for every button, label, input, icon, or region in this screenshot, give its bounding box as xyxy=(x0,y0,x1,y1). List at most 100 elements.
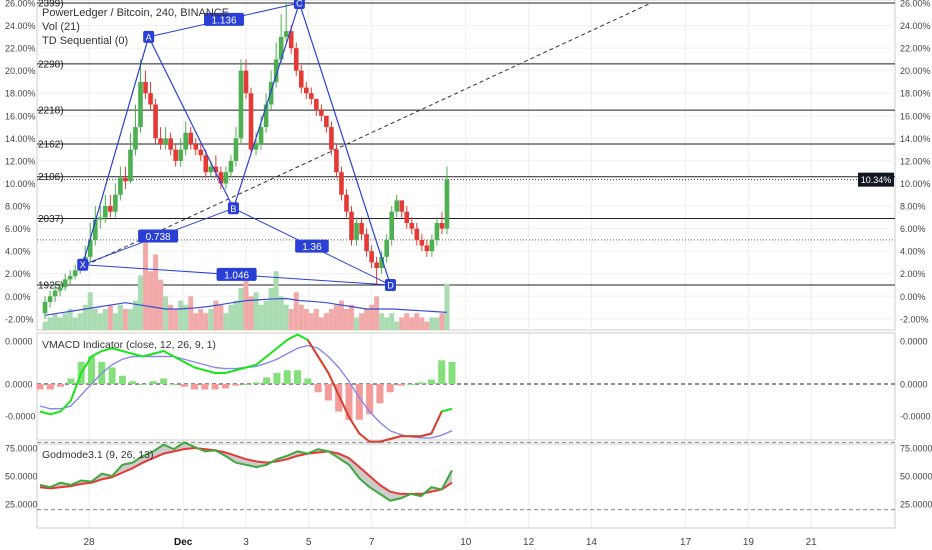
candle-body xyxy=(329,127,334,150)
volume-bar xyxy=(198,309,204,330)
left-tick-label: 20.00% xyxy=(5,66,36,76)
candle-body xyxy=(98,217,103,220)
macd-histogram-bar xyxy=(118,375,126,384)
macd-histogram-bar xyxy=(417,382,425,384)
left-tick-label: 14.00% xyxy=(5,134,36,144)
candle-body xyxy=(62,279,68,288)
candle-body xyxy=(183,132,189,150)
macd-histogram-bar xyxy=(304,378,312,384)
candle-body xyxy=(309,93,314,99)
candle-body xyxy=(424,245,430,252)
candle-body xyxy=(349,211,354,240)
candle-body xyxy=(238,70,244,139)
candle-body xyxy=(258,127,264,144)
macd-histogram-bar xyxy=(427,379,435,384)
godmode-legend[interactable]: Godmode3.1 (9, 26, 13) xyxy=(42,449,154,461)
x-tick-label: 19 xyxy=(743,537,755,548)
left-tick-label: 8.00% xyxy=(5,202,31,212)
trading-chart[interactable]: 2399)2298)2218)2162)2106)2037)1925) 1.13… xyxy=(0,0,932,550)
macd-histogram-bar xyxy=(273,373,281,384)
volume-bar xyxy=(364,309,370,330)
right-tick-label: 12.00% xyxy=(900,156,931,166)
volume-bar xyxy=(203,313,209,330)
ratio-label: 0.738 xyxy=(146,232,171,243)
candle-body xyxy=(198,149,204,156)
volume-bar xyxy=(424,321,430,330)
right-tick-label: 4.00% xyxy=(900,247,926,257)
candle-body xyxy=(298,70,304,88)
right-tick-label: 26.00% xyxy=(900,0,931,9)
volume-bar xyxy=(389,313,395,330)
macd-histogram-bar xyxy=(397,384,404,386)
candle-body xyxy=(118,177,123,195)
volume-bar xyxy=(148,271,154,330)
volume-bar xyxy=(308,313,314,330)
volume-bar xyxy=(434,317,440,330)
volume-bar xyxy=(354,317,360,330)
candle-body xyxy=(108,206,113,212)
price-level-label: 2106) xyxy=(38,172,64,183)
candle-body xyxy=(404,211,410,223)
macd-histogram-bar xyxy=(46,384,54,390)
godmode-left-tick: 50.0000 xyxy=(5,472,38,482)
volume-bar xyxy=(379,313,385,330)
macd-histogram-bar xyxy=(263,377,271,384)
ratio-label: 1.36 xyxy=(302,242,322,253)
candle-body xyxy=(123,177,128,182)
volume-bar xyxy=(303,309,309,330)
macd-histogram-bar xyxy=(36,384,44,390)
current-value-label: 10.34% xyxy=(861,175,892,185)
macd-histogram-bar xyxy=(232,384,240,386)
macd-left-tick: -0.0000 xyxy=(5,412,36,422)
candle-body xyxy=(113,194,118,212)
ratio-label: 1.046 xyxy=(224,270,249,281)
right-tick-label: 24.00% xyxy=(900,21,931,31)
godmode-right-tick: 25.0000 xyxy=(900,500,932,510)
left-tick-label: 12.00% xyxy=(5,156,36,166)
candle-body xyxy=(303,87,309,94)
left-tick-label: 22.00% xyxy=(5,44,36,54)
macd-histogram-bar xyxy=(139,384,147,385)
volume-bar xyxy=(233,300,239,330)
x-tick-label: 5 xyxy=(306,537,312,548)
candle-body xyxy=(409,222,415,229)
price-level-label: 2037) xyxy=(38,214,64,225)
left-tick-label: 10.00% xyxy=(5,179,36,189)
candle-body xyxy=(374,262,379,269)
candle-body xyxy=(203,155,209,173)
right-tick-label: 6.00% xyxy=(900,224,926,234)
macd-legend[interactable]: VMACD Indicator (close, 12, 26, 9, 1) xyxy=(42,339,216,351)
volume-bar xyxy=(137,275,143,330)
candle-body xyxy=(369,251,374,263)
left-tick-label: 24.00% xyxy=(5,21,36,31)
candle-body xyxy=(67,275,73,280)
candle-body xyxy=(138,81,143,128)
right-tick-label: 0.00% xyxy=(900,292,926,302)
volume-bar xyxy=(318,317,324,330)
symbol-title: PowerLedger / Bitcoin, 240, BINANCE xyxy=(42,7,229,19)
x-tick-label: Dec xyxy=(174,537,193,548)
candle-body xyxy=(334,149,339,173)
volume-bar xyxy=(414,313,420,330)
candle-body xyxy=(168,138,173,150)
candle-body xyxy=(444,179,450,229)
macd-histogram-bar xyxy=(294,370,301,384)
volume-legend[interactable]: Vol (21) xyxy=(42,21,80,33)
right-tick-label: 2.00% xyxy=(900,269,926,279)
pattern-point-label: B xyxy=(230,204,236,214)
time-axis[interactable]: 28 Dec 3 5 7 10 12 14 17 19 21 xyxy=(83,537,817,548)
macd-histogram-bar xyxy=(366,384,374,415)
left-tick-label: 18.00% xyxy=(5,89,36,99)
candle-body xyxy=(339,172,344,195)
left-tick-label: 26.00% xyxy=(5,0,36,9)
td-sequential-legend[interactable]: TD Sequential (0) xyxy=(42,35,128,47)
x-tick-label: 10 xyxy=(460,537,472,548)
macd-histogram-bar xyxy=(108,367,116,384)
right-tick-label: 20.00% xyxy=(900,66,931,76)
x-tick-label: 12 xyxy=(523,537,535,548)
left-tick-label: 0.00% xyxy=(5,292,31,302)
macd-histogram-bar xyxy=(160,378,168,384)
volume-bar xyxy=(253,292,259,330)
candle-body xyxy=(163,138,168,144)
candle-body xyxy=(143,81,148,94)
